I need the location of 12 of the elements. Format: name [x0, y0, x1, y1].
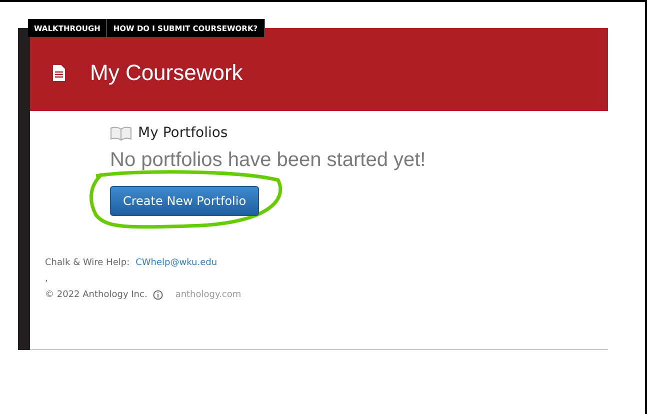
help-email-link[interactable]: CWhelp@wku.edu [136, 258, 218, 268]
page-title: My Coursework [90, 60, 243, 86]
empty-message: No portfolios have been started yet! [110, 149, 427, 172]
site-text: anthology.com [175, 290, 242, 300]
section-title: My Portfolios [138, 125, 228, 141]
document-icon [52, 64, 66, 82]
help-label: Chalk & Wire Help: [45, 258, 130, 268]
copyright-text: © 2022 Anthology Inc. [45, 290, 148, 300]
book-icon [110, 126, 132, 140]
create-portfolio-button[interactable]: Create New Portfolio [110, 186, 260, 216]
info-icon[interactable] [153, 290, 164, 300]
stray-mark: , [45, 274, 49, 284]
